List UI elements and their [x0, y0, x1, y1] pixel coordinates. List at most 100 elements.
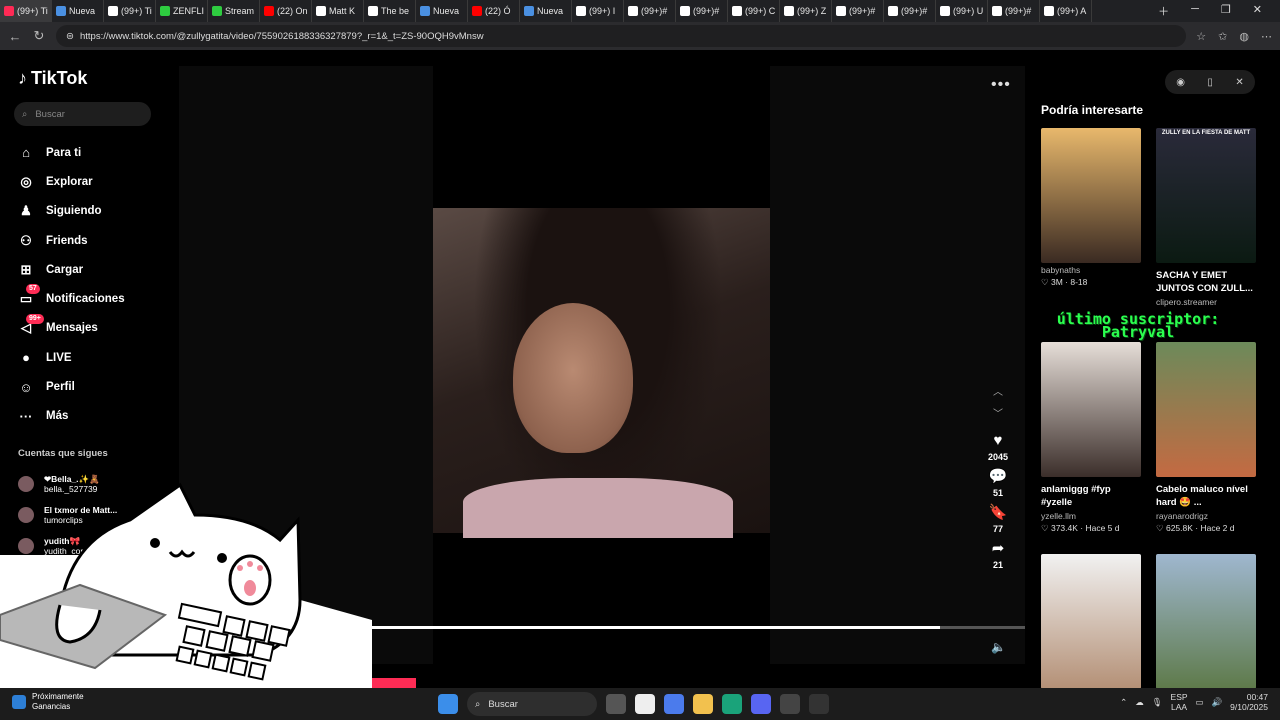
network-icon[interactable]: ▭	[1196, 697, 1204, 708]
clock[interactable]: 00:47 9/10/2025	[1230, 692, 1268, 712]
sidebar-item-cargar[interactable]: ⊞ Cargar	[18, 255, 168, 284]
browser-tab[interactable]: Matt K	[312, 0, 364, 22]
tab-favicon-icon	[56, 6, 66, 16]
search-input[interactable]: ⌕ Buscar	[14, 102, 151, 126]
new-tab-icon[interactable]: ＋	[1158, 3, 1169, 19]
sidebar-item-para-ti[interactable]: ⌂ Para ti	[18, 138, 168, 167]
favorites-bar-icon[interactable]: ✩	[1218, 30, 1227, 43]
browser-tab[interactable]: (22) Ó	[468, 0, 520, 22]
browser-tab[interactable]: Nueva	[520, 0, 572, 22]
heart-button[interactable]: ♥ 2045	[982, 432, 1014, 462]
tab-label: Stream	[225, 6, 255, 16]
onedrive-icon[interactable]: ☁	[1135, 697, 1144, 708]
file-explorer-icon[interactable]	[693, 694, 713, 714]
recommended-video-card[interactable]	[1156, 554, 1256, 689]
store-icon[interactable]	[635, 694, 655, 714]
card-author: babynaths	[1041, 265, 1081, 275]
profile-icon[interactable]: ◍	[1239, 30, 1249, 43]
browser-tab[interactable]: (99+)#	[624, 0, 676, 22]
chatgpt-icon[interactable]	[780, 694, 800, 714]
pip-icon[interactable]: ◉	[1176, 77, 1185, 88]
tab-favicon-icon	[4, 6, 14, 16]
recommended-video-card[interactable]: babynaths ♡ 3M · 8-18	[1041, 128, 1141, 288]
widgets-button[interactable]: Próximamente Ganancias	[12, 692, 84, 712]
sidebar-item-perfil[interactable]: ☺ Perfil	[18, 372, 168, 401]
tab-favicon-icon	[1044, 6, 1054, 16]
action-count: 77	[992, 524, 1003, 534]
card-title: Cabelo maluco nível hard 🤩 ...	[1156, 484, 1248, 508]
tiktok-logo[interactable]: ♪ TikTok	[18, 68, 87, 89]
browser-tab[interactable]: Nueva	[52, 0, 104, 22]
recommended-video-card[interactable]: anlamiggg #fyp #yzelle yzelle.llm ♡ 373.4K…	[1041, 342, 1141, 534]
following-icon: ♟	[20, 203, 32, 219]
browser-tab[interactable]: (99+)#	[676, 0, 728, 22]
browser-tab[interactable]: (99+) Ti	[104, 0, 156, 22]
task-view-icon[interactable]	[606, 694, 626, 714]
sidebar-item-friends[interactable]: ⚇ Friends	[18, 226, 168, 255]
system-tray: ⌃ ☁ 🎙 ESP LAA ▭ 🔊 00:47 9/10/2025	[1120, 692, 1268, 712]
edge-icon[interactable]	[722, 694, 742, 714]
start-icon[interactable]	[438, 694, 458, 714]
maximize-icon[interactable]: ❐	[1221, 3, 1231, 19]
sidebar-item-notificaciones[interactable]: ▭ Notificaciones 57	[18, 284, 168, 313]
address-bar: ← ↻ ⊜ https://www.tiktok.com/@zullygatit…	[0, 22, 1280, 50]
minimize-icon[interactable]: ─	[1191, 3, 1199, 19]
mic-icon[interactable]: 🎙	[1152, 697, 1163, 708]
action-column: ︿ ﹀ ♥ 2045 💬 51 🔖 77 ➦ 21	[982, 382, 1014, 570]
next-video-icon[interactable]: ﹀	[982, 404, 1014, 426]
browser-tab[interactable]: Nueva	[416, 0, 468, 22]
taskbar-search[interactable]: ⌕ Buscar	[467, 692, 597, 716]
browser-tab[interactable]: Stream	[208, 0, 260, 22]
browser-tab[interactable]: ZENFLI	[156, 0, 208, 22]
sidebar-item-m-s[interactable]: ··· Más	[18, 402, 168, 431]
browser-tab[interactable]: (99+)#	[832, 0, 884, 22]
tray-chevron-icon[interactable]: ⌃	[1120, 697, 1127, 708]
reload-icon[interactable]: ↻	[32, 28, 46, 44]
sidebar-item-siguiendo[interactable]: ♟ Siguiendo	[18, 197, 168, 226]
url-field[interactable]: ⊜ https://www.tiktok.com/@zullygatita/vi…	[56, 25, 1187, 47]
language-indicator[interactable]: ESP LAA	[1171, 692, 1188, 712]
video-player[interactable]	[433, 66, 770, 664]
share-button[interactable]: ➦ 21	[982, 540, 1014, 570]
site-info-icon[interactable]: ⊜	[66, 31, 74, 42]
tab-favicon-icon	[888, 6, 898, 16]
browser-tab[interactable]: (99+) Z	[780, 0, 832, 22]
discord-icon[interactable]	[751, 694, 771, 714]
browser-tab[interactable]: The be	[364, 0, 416, 22]
close-icon[interactable]: ✕	[1235, 77, 1243, 88]
favorite-icon[interactable]: ☆	[1196, 30, 1206, 43]
recommended-video-card[interactable]: ZULLY EN LA FIESTA DE MATT SACHA Y EMET J…	[1156, 128, 1256, 307]
more-options-icon[interactable]: •••	[991, 76, 1011, 94]
comment-button[interactable]: 💬 51	[982, 468, 1014, 498]
compass-icon: ◎	[20, 173, 32, 189]
tab-label: Nueva	[433, 6, 460, 16]
volume-icon[interactable]: 🔊	[1212, 697, 1223, 708]
back-icon[interactable]: ←	[8, 29, 22, 44]
more-icon: ···	[19, 408, 33, 424]
browser-tab[interactable]: (99+) U	[936, 0, 988, 22]
sidebar-item-explorar[interactable]: ◎ Explorar	[18, 167, 168, 196]
recommended-video-card[interactable]	[1041, 554, 1141, 689]
sidebar-item-mensajes[interactable]: ◁ Mensajes 99+	[18, 313, 168, 343]
recommended-video-card[interactable]: Cabelo maluco nível hard 🤩 ... rayanarodr…	[1156, 342, 1256, 534]
bookmark-button[interactable]: 🔖 77	[982, 504, 1014, 534]
browser-tab[interactable]: (99+) I	[572, 0, 624, 22]
close-window-icon[interactable]: ✕	[1253, 3, 1262, 19]
browser-tab[interactable]: (99+) A	[1040, 0, 1092, 22]
browser-tab[interactable]: (99+) Ti	[0, 0, 52, 22]
recommendations-rail: ◉ ▯ ✕ Podría interesarte babynaths ♡ 3M ·…	[1025, 66, 1280, 689]
previous-video-icon[interactable]: ︿	[982, 382, 1014, 404]
browser-tab[interactable]: (22) On	[260, 0, 312, 22]
copilot-icon[interactable]	[664, 694, 684, 714]
volume-icon[interactable]: 🔈	[991, 640, 1006, 654]
video-progress-bar[interactable]	[369, 626, 1025, 629]
browser-tab[interactable]: (99+)#	[988, 0, 1040, 22]
browser-tab[interactable]: (99+) C	[728, 0, 780, 22]
sidebar-item-live[interactable]: ● LIVE	[18, 343, 168, 372]
media-player-icon[interactable]	[809, 694, 829, 714]
tab-label: (99+)#	[1005, 6, 1032, 16]
device-icon[interactable]: ▯	[1207, 77, 1213, 88]
tab-label: Nueva	[69, 6, 96, 16]
settings-menu-icon[interactable]: ⋯	[1261, 30, 1272, 43]
browser-tab[interactable]: (99+)#	[884, 0, 936, 22]
